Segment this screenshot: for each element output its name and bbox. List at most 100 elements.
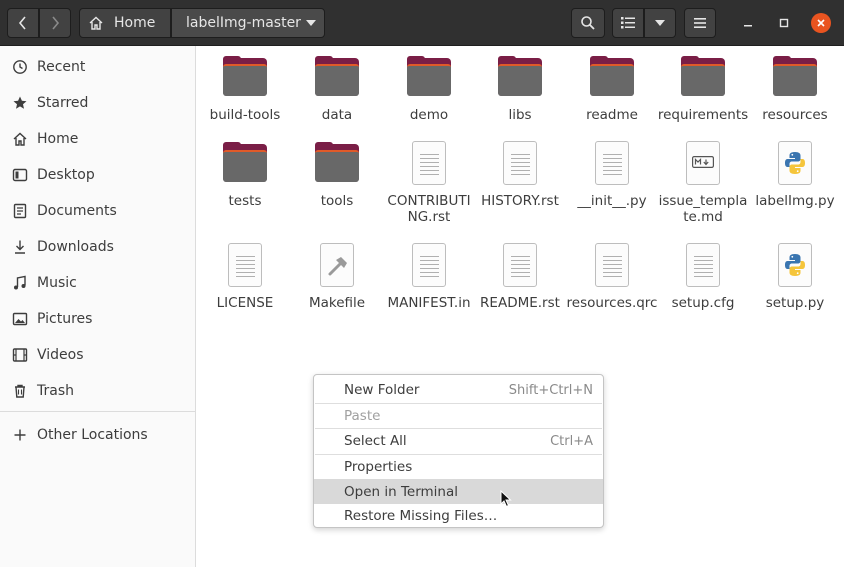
list-view-button[interactable] (612, 8, 644, 38)
file-item-init-py[interactable]: __init__.py (566, 140, 658, 209)
chevron-right-icon (52, 16, 60, 30)
home-icon (12, 131, 28, 147)
file-item-libs[interactable]: libs (474, 54, 566, 123)
file-item-makefile[interactable]: Makefile (291, 242, 383, 311)
file-name: MANIFEST.in (387, 295, 471, 311)
search-button[interactable] (571, 8, 605, 38)
file-item-readme-rst[interactable]: README.rst (474, 242, 566, 311)
minimize-button[interactable] (738, 13, 758, 33)
sidebar-item-downloads[interactable]: Downloads (0, 229, 196, 265)
sidebar-item-label: Documents (37, 203, 117, 219)
file-name: __init__.py (577, 193, 647, 209)
sidebar-item-label: Music (37, 275, 77, 291)
file-name: tests (228, 193, 262, 209)
menu-item-open-in-terminal[interactable]: Open in Terminal (314, 479, 603, 504)
file-item-contributing[interactable]: CONTRIBUTING.rst (383, 140, 475, 225)
file-item-tests[interactable]: tests (199, 140, 291, 209)
clock-icon (12, 59, 28, 75)
sidebar-item-documents[interactable]: Documents (0, 193, 196, 229)
file-name: setup.py (765, 295, 825, 311)
folder-icon (221, 140, 269, 188)
download-icon (12, 239, 28, 255)
text-file-icon (221, 242, 269, 290)
sidebar-item-starred[interactable]: Starred (0, 85, 196, 121)
maximize-button[interactable] (774, 13, 794, 33)
folder-icon (221, 54, 269, 102)
text-file-icon (588, 242, 636, 290)
sidebar-item-trash[interactable]: Trash (0, 373, 196, 409)
sidebar-item-recent[interactable]: Recent (0, 49, 196, 85)
sidebar-item-label: Pictures (37, 311, 93, 327)
sidebar-item-label: Trash (37, 383, 74, 399)
text-file-icon (496, 242, 544, 290)
sidebar-item-label: Downloads (37, 239, 114, 255)
file-name: CONTRIBUTING.rst (387, 193, 471, 225)
home-icon (89, 16, 103, 30)
view-options-button[interactable] (644, 8, 676, 38)
header-bar: Home labelImg-master (0, 0, 844, 46)
sidebar-item-label: Home (37, 131, 79, 147)
menu-item-new-folder[interactable]: New Folder Shift+Ctrl+N (314, 378, 603, 403)
sidebar-item-videos[interactable]: Videos (0, 337, 196, 373)
file-item-demo[interactable]: demo (383, 54, 475, 123)
file-item-issue-template[interactable]: issue_template.md (657, 140, 749, 225)
back-button[interactable] (7, 8, 39, 38)
menu-item-properties[interactable]: Properties (314, 455, 603, 480)
file-item-labelimg-py[interactable]: labelImg.py (749, 140, 841, 209)
file-item-resources[interactable]: resources (749, 54, 841, 123)
file-item-history[interactable]: HISTORY.rst (474, 140, 566, 209)
forward-button[interactable] (39, 8, 71, 38)
sidebar-item-home[interactable]: Home (0, 121, 196, 157)
file-name: README.rst (480, 295, 560, 311)
file-name: Makefile (308, 295, 366, 311)
file-name: demo (409, 107, 449, 123)
current-folder-label: labelImg-master (186, 15, 301, 31)
videos-icon (12, 347, 28, 363)
file-name: HISTORY.rst (481, 193, 559, 209)
file-item-build-tools[interactable]: build-tools (199, 54, 291, 123)
sidebar-item-pictures[interactable]: Pictures (0, 301, 196, 337)
search-icon (581, 16, 595, 30)
text-file-icon (405, 242, 453, 290)
close-icon (817, 19, 825, 27)
file-item-data[interactable]: data (291, 54, 383, 123)
menu-item-restore-missing-files[interactable]: Restore Missing Files… (314, 504, 603, 529)
main-menu-button[interactable] (684, 8, 716, 38)
file-item-license[interactable]: LICENSE (199, 242, 291, 311)
file-name: libs (508, 107, 532, 123)
menu-item-paste[interactable]: Paste (314, 404, 603, 429)
folder-icon (771, 54, 819, 102)
context-menu: New Folder Shift+Ctrl+N Paste Select All… (313, 374, 604, 528)
file-item-tools[interactable]: tools (291, 140, 383, 209)
file-item-readme[interactable]: readme (566, 54, 658, 123)
file-item-setup-py[interactable]: setup.py (749, 242, 841, 311)
file-name: readme (586, 107, 638, 123)
pictures-icon (12, 311, 28, 327)
sidebar-item-label: Desktop (37, 167, 95, 183)
file-name: issue_template.md (658, 193, 748, 225)
close-button[interactable] (811, 13, 831, 33)
sidebar-item-desktop[interactable]: Desktop (0, 157, 196, 193)
file-name: resources.qrc (566, 295, 658, 311)
maximize-icon (779, 18, 789, 28)
text-file-icon (405, 140, 453, 188)
file-name: tools (320, 193, 354, 209)
breadcrumb-home[interactable]: Home (79, 8, 171, 38)
sidebar-separator (0, 411, 196, 412)
folder-icon (679, 54, 727, 102)
breadcrumb-current-folder[interactable]: labelImg-master (171, 8, 325, 38)
menu-item-select-all[interactable]: Select All Ctrl+A (314, 429, 603, 454)
file-item-requirements[interactable]: requirements (657, 54, 749, 123)
file-item-manifest[interactable]: MANIFEST.in (383, 242, 475, 311)
file-item-setup-cfg[interactable]: setup.cfg (657, 242, 749, 311)
sidebar-item-other-locations[interactable]: Other Locations (0, 417, 196, 453)
mouse-pointer-icon (500, 490, 512, 508)
list-view-icon (621, 17, 635, 29)
file-item-resources-qrc[interactable]: resources.qrc (566, 242, 658, 311)
sidebar-item-music[interactable]: Music (0, 265, 196, 301)
file-name: labelImg.py (755, 193, 835, 209)
sidebar-item-label: Starred (37, 95, 89, 111)
text-file-icon (679, 242, 727, 290)
makefile-icon (313, 242, 361, 290)
menu-item-label: Select All (344, 433, 407, 450)
